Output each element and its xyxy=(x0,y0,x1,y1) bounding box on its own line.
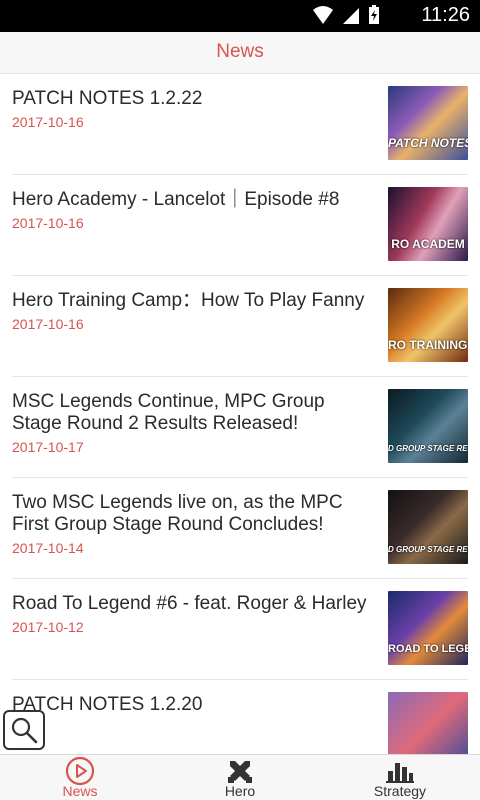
news-item[interactable]: Hero Academy - Lancelot｜Episode #8 2017-… xyxy=(12,175,468,276)
news-item-text: Hero Training Camp：How To Play Fanny 201… xyxy=(12,290,372,332)
tab-label: News xyxy=(62,783,98,799)
thumbnail-caption: D GROUP STAGE RES xyxy=(388,545,468,554)
news-title: Hero Training Camp：How To Play Fanny xyxy=(12,290,365,311)
news-item[interactable]: Road To Legend #6 - feat. Roger & Harley… xyxy=(12,579,468,680)
tab-label: Hero xyxy=(224,783,256,799)
news-item-text: PATCH NOTES 1.2.22 2017-10-16 xyxy=(12,88,372,130)
news-thumbnail[interactable]: D GROUP STAGE RES xyxy=(388,490,468,564)
status-time: 11:26 xyxy=(421,4,470,26)
news-item-text: PATCH NOTES 1.2.20 xyxy=(12,694,372,720)
news-thumbnail[interactable]: D GROUP STAGE RES xyxy=(388,389,468,463)
news-date: 2017-10-16 xyxy=(12,316,84,332)
battery-charging-icon xyxy=(369,5,379,24)
play-circle-icon xyxy=(65,756,95,786)
news-date: 2017-10-12 xyxy=(12,619,84,635)
tab-label: Strategy xyxy=(373,783,427,799)
wifi-icon xyxy=(313,6,333,24)
search-button[interactable] xyxy=(3,710,45,750)
search-icon xyxy=(11,717,38,744)
news-item[interactable]: Two MSC Legends live on, as the MPC Firs… xyxy=(12,478,468,579)
news-title: PATCH NOTES 1.2.22 xyxy=(12,88,203,109)
news-title: MSC Legends Continue, MPC Group Stage Ro… xyxy=(12,391,325,434)
news-title: PATCH NOTES 1.2.20 xyxy=(12,694,203,715)
thumbnail-caption: ROAD TO LEGEND xyxy=(388,643,468,655)
news-thumbnail[interactable]: ROAD TO LEGEND xyxy=(388,591,468,665)
thumbnail-caption: PATCH NOTES 1 xyxy=(388,136,468,150)
news-list[interactable]: PATCH NOTES 1.2.22 2017-10-16 PATCH NOTE… xyxy=(0,74,480,754)
news-title: Hero Academy - Lancelot｜Episode #8 xyxy=(12,189,340,210)
news-item-text: MSC Legends Continue, MPC Group Stage Ro… xyxy=(12,391,372,455)
news-date: 2017-10-16 xyxy=(12,215,84,231)
tab-strategy[interactable]: Strategy xyxy=(320,755,480,800)
app-bar: News xyxy=(0,32,480,74)
signal-icon xyxy=(343,8,359,24)
status-icons xyxy=(312,5,380,25)
bottom-navigation: News Hero Strategy xyxy=(0,754,480,800)
news-title: Two MSC Legends live on, as the MPC Firs… xyxy=(12,492,343,535)
tab-news[interactable]: News xyxy=(0,755,160,800)
news-thumbnail[interactable]: PATCH NOTES 1 xyxy=(388,86,468,160)
news-item[interactable]: PATCH NOTES 1.2.20 xyxy=(12,680,468,754)
news-item[interactable]: Hero Training Camp：How To Play Fanny 201… xyxy=(12,276,468,377)
news-date: 2017-10-17 xyxy=(12,439,84,455)
news-title: Road To Legend #6 - feat. Roger & Harley xyxy=(12,593,367,614)
news-item[interactable]: MSC Legends Continue, MPC Group Stage Ro… xyxy=(12,377,468,478)
news-date: 2017-10-14 xyxy=(12,540,84,556)
crossed-swords-icon xyxy=(228,761,252,783)
news-thumbnail[interactable]: RO TRAINING CA xyxy=(388,288,468,362)
news-date: 2017-10-16 xyxy=(12,114,84,130)
news-item-text: Road To Legend #6 - feat. Roger & Harley… xyxy=(12,593,372,635)
page-title: News xyxy=(216,41,264,62)
thumbnail-caption: RO ACADEM xyxy=(391,237,465,251)
thumbnail-caption: D GROUP STAGE RES xyxy=(388,444,468,453)
news-thumbnail[interactable]: RO ACADEM xyxy=(388,187,468,261)
thumbnail-caption: RO TRAINING CA xyxy=(388,338,468,352)
news-item-text: Hero Academy - Lancelot｜Episode #8 2017-… xyxy=(12,189,372,231)
news-thumbnail[interactable] xyxy=(388,692,468,754)
news-item-text: Two MSC Legends live on, as the MPC Firs… xyxy=(12,492,372,556)
tab-hero[interactable]: Hero xyxy=(160,755,320,800)
status-bar: 11:26 xyxy=(0,0,480,32)
bar-chart-icon xyxy=(386,763,414,783)
news-item[interactable]: PATCH NOTES 1.2.22 2017-10-16 PATCH NOTE… xyxy=(12,74,468,175)
